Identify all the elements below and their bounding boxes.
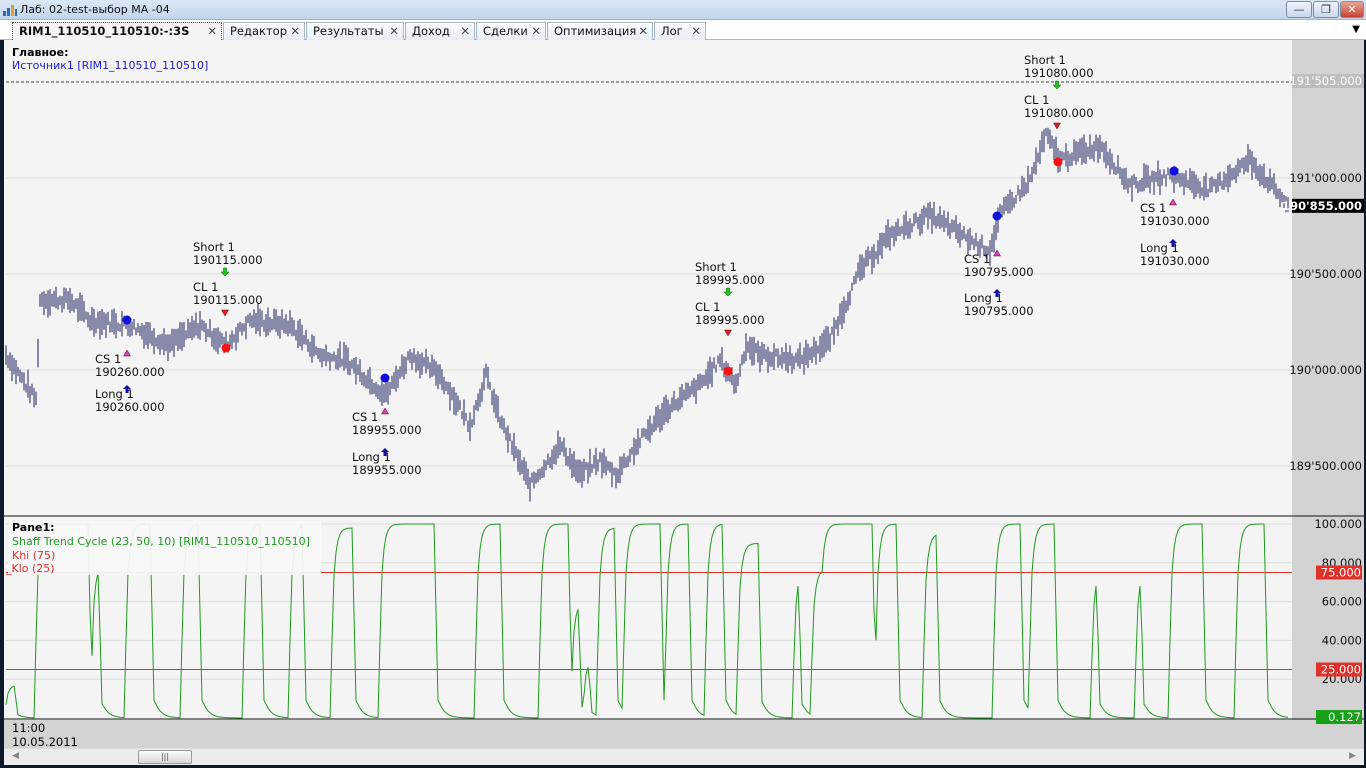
trade-label: 191030.000: [1140, 214, 1210, 228]
trade-label: CS 1: [1140, 201, 1166, 215]
trade-label: 190795.000: [964, 265, 1034, 279]
tab-5[interactable]: Оптимизация ✕: [547, 22, 653, 40]
main-pane-source: Источник1 [RIM1_110510_110510]: [12, 59, 209, 72]
time-label: 11:00: [12, 721, 46, 735]
trade-label: CL 1: [695, 300, 720, 314]
cover-short-triangle-icon: [123, 349, 131, 357]
exit-marker[interactable]: [723, 366, 733, 376]
tab-0[interactable]: RIM1_110510_110510:-:3S ✕: [12, 22, 222, 40]
tab-label: Оптимизация: [554, 24, 637, 38]
trade-label: 190795.000: [964, 304, 1034, 318]
stc-axis-label: 100.000: [1314, 517, 1362, 531]
chart-area: 191'505.000 191'000.000 190'500.000 190'000…: [4, 40, 1364, 765]
tab-close-icon[interactable]: ✕: [460, 23, 470, 39]
tab-label: Редактор: [230, 24, 287, 38]
scrollbar-thumb[interactable]: |||: [138, 750, 192, 764]
lower-pane-title: Pane1:: [12, 521, 55, 534]
close-long-triangle-icon: [724, 329, 732, 337]
trade-label: 191080.000: [1024, 66, 1094, 80]
chart-canvas[interactable]: 191'505.000 191'000.000 190'500.000 190'000…: [4, 40, 1364, 765]
price-axis-label: 190'500.000: [1289, 267, 1362, 281]
tab-close-icon[interactable]: ✕: [638, 23, 648, 39]
trade-label: CS 1: [964, 252, 990, 266]
trade-label: 191030.000: [1140, 254, 1210, 268]
time-axis-bg: [4, 720, 1364, 748]
trade-label: 189995.000: [695, 313, 765, 327]
minimize-button[interactable]: —: [1286, 1, 1312, 18]
long-entry-marker[interactable]: [380, 373, 390, 383]
tab-close-icon[interactable]: ✕: [531, 23, 541, 39]
tab-label: Доход: [412, 24, 450, 38]
stc-axis-label: 60.000: [1322, 595, 1362, 609]
price-axis-label: 191'000.000: [1289, 171, 1362, 185]
tab-2[interactable]: Результаты ✕: [306, 22, 404, 40]
main-pane-title: Главное:: [12, 46, 69, 59]
tab-close-icon[interactable]: ✕: [691, 23, 701, 39]
cover-short-triangle-icon: [381, 407, 389, 415]
value-badge: 0.127: [1328, 710, 1361, 724]
tab-label: Лог: [661, 24, 683, 38]
tab-3[interactable]: Доход ✕: [405, 22, 475, 40]
trade-label: 190115.000: [193, 293, 263, 307]
trade-label: 190115.000: [193, 253, 263, 267]
trade-label: Short 1: [193, 240, 235, 254]
scroll-left-icon[interactable]: ◀: [12, 751, 19, 761]
tab-6[interactable]: Лог ✕: [654, 22, 706, 40]
price-axis-label: 191'505.000: [1289, 74, 1362, 88]
trade-label: 189955.000: [352, 423, 422, 437]
long-entry-marker[interactable]: [1169, 166, 1179, 176]
restore-button[interactable]: ❐: [1313, 1, 1339, 18]
stc-axis-label: 40.000: [1322, 633, 1362, 647]
tab-label: RIM1_110510_110510:-:3S: [19, 24, 190, 38]
short-arrow-down-icon: [1052, 80, 1062, 90]
trade-label: Short 1: [1024, 53, 1066, 67]
close-long-triangle-icon: [1053, 122, 1061, 130]
short-arrow-down-icon: [723, 287, 733, 297]
tab-bar: RIM1_110510_110510:-:3S ✕ Редактор ✕ Результ…: [0, 20, 1366, 40]
window-titlebar: Лаб: 02-test-выбор МА -04 — ❐ ✕: [0, 0, 1366, 20]
price-axis-bg: [1292, 40, 1364, 720]
trade-label: 191080.000: [1024, 106, 1094, 120]
trade-label: CS 1: [352, 410, 378, 424]
cover-short-triangle-icon: [993, 249, 1001, 257]
tab-close-icon[interactable]: ✕: [389, 23, 399, 39]
last-price-label: 190'855.000: [1282, 199, 1362, 213]
app-chart-icon: [3, 5, 17, 16]
long-entry-marker[interactable]: [122, 315, 132, 325]
trade-label: CL 1: [193, 280, 218, 294]
trade-label: CL 1: [1024, 93, 1049, 107]
trade-label: 190260.000: [95, 400, 165, 414]
trade-label: 190260.000: [95, 365, 165, 379]
tab-close-icon[interactable]: ✕: [207, 23, 217, 39]
klo-legend[interactable]: _Klo (25): [6, 562, 55, 575]
tab-4[interactable]: Сделки ✕: [476, 22, 546, 40]
value-badge: 25.000: [1321, 663, 1361, 677]
khi-legend[interactable]: Khi (75): [12, 549, 55, 562]
tab-label: Результаты: [313, 24, 384, 38]
stc-legend[interactable]: Shaff Trend Cycle (23, 50, 10) [RIM1_110…: [12, 535, 310, 548]
close-long-triangle-icon: [221, 309, 229, 317]
long-entry-marker[interactable]: [992, 211, 1002, 221]
date-label: 10.05.2011: [12, 735, 78, 749]
scroll-right-icon[interactable]: ▶: [1349, 751, 1356, 761]
exit-marker[interactable]: [1053, 157, 1063, 167]
tab-label: Сделки: [483, 24, 528, 38]
price-axis-label: 190'000.000: [1289, 363, 1362, 377]
tab-close-icon[interactable]: ✕: [290, 23, 300, 39]
trade-label: CS 1: [95, 352, 121, 366]
trade-label: 189955.000: [352, 463, 422, 477]
short-arrow-down-icon: [220, 267, 230, 277]
tab-menu-icon[interactable]: ▼: [1352, 24, 1360, 35]
window-title: Лаб: 02-test-выбор МА -04: [20, 3, 170, 16]
trade-label: Short 1: [695, 260, 737, 274]
price-axis-label: 189'500.000: [1289, 459, 1362, 473]
tab-1[interactable]: Редактор ✕: [223, 22, 305, 40]
trade-label: 189995.000: [695, 273, 765, 287]
close-button[interactable]: ✕: [1340, 1, 1364, 18]
value-badge: 75.000: [1321, 566, 1361, 580]
cover-short-triangle-icon: [1169, 198, 1177, 206]
horizontal-scrollbar[interactable]: ◀ ||| ▶: [4, 748, 1364, 765]
exit-marker[interactable]: [221, 343, 231, 353]
